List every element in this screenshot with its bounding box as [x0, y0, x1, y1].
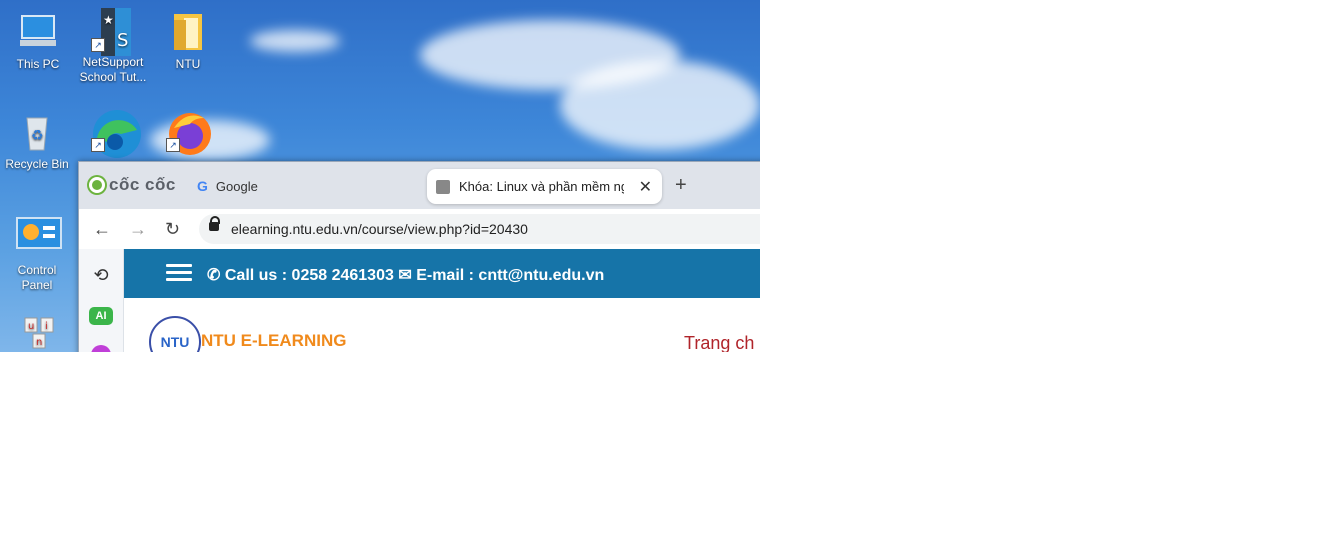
svg-text:♻: ♻: [31, 128, 44, 144]
coccoc-icon: [89, 177, 105, 193]
svg-text:S: S: [117, 30, 128, 51]
svg-text:n: n: [36, 337, 42, 348]
desktop: This PC S ★ ↗ NetSupport School Tut... NT…: [0, 0, 760, 352]
address-bar[interactable]: elearning.ntu.edu.vn/course/view.php?id=…: [199, 214, 760, 244]
tab-course[interactable]: Khóa: Linux và phần mềm ng ✕: [427, 169, 662, 204]
this-pc-icon: [16, 10, 60, 54]
mail-icon: ✉: [398, 267, 412, 284]
desktop-icon-this-pc[interactable]: This PC: [3, 10, 73, 72]
messenger-icon[interactable]: [91, 345, 111, 352]
google-icon: G: [197, 178, 208, 194]
desktop-icon-firefox[interactable]: ↗: [153, 108, 223, 155]
tab-google[interactable]: G Google: [197, 178, 258, 194]
history-icon[interactable]: ⟲: [89, 265, 113, 289]
shortcut-arrow-icon: ↗: [91, 38, 105, 52]
browser-sidebar: ⟲ AI: [79, 249, 124, 352]
desktop-icon-control-panel[interactable]: Control Panel: [2, 216, 72, 293]
coccoc-logo[interactable]: cốc cốc: [89, 175, 176, 195]
back-button[interactable]: ←: [93, 219, 111, 240]
desktop-icon-recycle-bin[interactable]: ♻ Recycle Bin: [2, 110, 72, 172]
nav-home-link[interactable]: Trang ch: [684, 333, 754, 352]
control-panel-icon: [15, 216, 62, 260]
shortcut-arrow-icon: ↗: [166, 138, 180, 152]
lock-icon[interactable]: [209, 216, 220, 231]
close-tab-button[interactable]: ✕: [639, 177, 652, 197]
browser-toolbar: ← → ↻ elearning.ntu.edu.vn/course/view.p…: [79, 209, 760, 249]
shortcut-arrow-icon: ↗: [91, 138, 105, 152]
unikey-icon: uin: [15, 316, 59, 352]
desktop-icon-ntu-folder[interactable]: NTU: [153, 10, 223, 72]
menu-icon[interactable]: [166, 264, 192, 282]
new-tab-button[interactable]: +: [675, 174, 687, 197]
email-text[interactable]: E-mail : cntt@ntu.edu.vn: [416, 267, 604, 284]
netsupport-icon: S ★ ↗: [91, 8, 135, 56]
site-body: NTU NTU E-LEARNING Trang ch: [124, 298, 760, 352]
forward-button[interactable]: →: [129, 219, 147, 240]
contact-info: ✆ Call us : 0258 2461303 ✉ E-mail : cntt…: [207, 265, 604, 285]
site-header: ✆ Call us : 0258 2461303 ✉ E-mail : cntt…: [124, 249, 760, 298]
phone-icon: ✆: [207, 267, 221, 284]
reload-button[interactable]: ↻: [165, 219, 180, 240]
browser-window: cốc cốc G Google Khóa: Linux và phần mềm …: [78, 161, 760, 352]
ntu-logo[interactable]: NTU: [149, 316, 201, 352]
moodle-favicon-icon: [436, 180, 450, 194]
call-us-text: Call us : 0258 2461303: [224, 267, 394, 284]
tab-bar: cốc cốc G Google Khóa: Linux và phần mềm …: [79, 162, 760, 209]
url-text[interactable]: elearning.ntu.edu.vn/course/view.php?id=…: [231, 221, 528, 237]
recycle-bin-icon: ♻: [15, 110, 59, 154]
svg-text:i: i: [45, 321, 48, 332]
svg-text:u: u: [28, 321, 34, 332]
desktop-icon-unikey[interactable]: uin: [2, 316, 72, 352]
firefox-icon: ↗: [166, 108, 211, 155]
desktop-icon-netsupport[interactable]: S ★ ↗ NetSupport School Tut...: [78, 8, 148, 85]
desktop-icon-edge[interactable]: ↗: [78, 108, 148, 158]
svg-text:★: ★: [103, 13, 114, 27]
ai-button[interactable]: AI: [89, 307, 113, 325]
folder-icon: [166, 10, 210, 54]
edge-icon: ↗: [91, 108, 141, 158]
ntu-elearning-brand[interactable]: NTU E-LEARNING: [201, 331, 346, 351]
